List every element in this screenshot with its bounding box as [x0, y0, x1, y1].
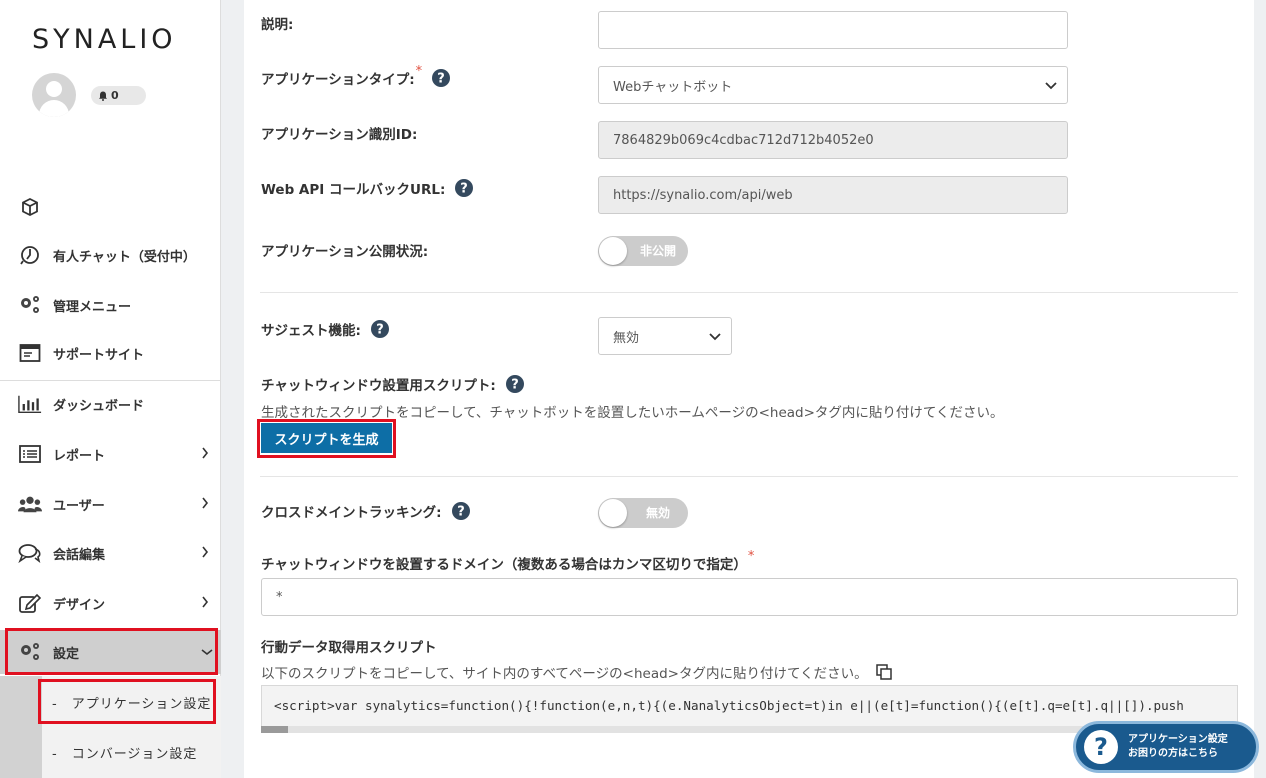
description-label: 説明:: [261, 17, 294, 33]
notification-badge[interactable]: 0: [91, 86, 146, 105]
behavior-script-label: 行動データ取得用スクリプト: [261, 640, 437, 656]
required-mark: *: [747, 548, 755, 564]
sidebar-item-label: レポート: [53, 448, 106, 464]
browser-window-icon: [18, 341, 42, 365]
svg-text:?: ?: [457, 505, 465, 520]
app-id-label: アプリケーション識別ID:: [261, 127, 418, 143]
suggest-select[interactable]: 無効: [598, 317, 732, 355]
svg-text:?: ?: [461, 182, 469, 197]
floating-help-line1: アプリケーション設定: [1128, 734, 1228, 745]
sidebar-item-design[interactable]: デザイン: [0, 581, 221, 625]
logo[interactable]: SYNALIO: [32, 24, 177, 55]
notification-count: 0: [111, 89, 119, 102]
cube-icon: [18, 195, 42, 219]
chat-script-description: 生成されたスクリプトをコピーして、チャットボットを設置したいホームページの<he…: [261, 405, 1004, 421]
callback-url-label: Web API コールバックURL: ?: [261, 178, 474, 198]
sidebar-item-conversation-edit[interactable]: 会話編集: [0, 531, 221, 575]
chevron-down-icon: [709, 333, 721, 341]
chat-bubbles-icon: [18, 541, 42, 565]
sidebar-item-settings[interactable]: 設定: [0, 630, 221, 674]
domains-label: チャットウィンドウを設置するドメイン（複数ある場合はカンマ区切りで指定） *: [261, 548, 755, 574]
sidebar-item-dashboard[interactable]: ダッシュボード: [0, 382, 221, 426]
svg-text:?: ?: [376, 323, 384, 338]
help-icon[interactable]: ?: [505, 375, 524, 393]
headset-icon: [18, 243, 42, 267]
required-mark: *: [415, 63, 423, 79]
help-icon[interactable]: ?: [370, 320, 389, 338]
users-icon: [18, 492, 42, 516]
chevron-down-icon: [201, 649, 213, 656]
domains-input[interactable]: *: [261, 578, 1238, 616]
sidebar-item-label: サポートサイト: [53, 347, 145, 363]
avatar[interactable]: [32, 73, 76, 117]
pencil-square-icon: [18, 591, 42, 615]
chevron-right-icon: [202, 497, 209, 509]
bell-icon: [99, 91, 107, 101]
bar-chart-icon: [18, 392, 42, 416]
list-icon: [18, 442, 42, 466]
sidebar: SYNALIO 0 有人チャット（受付中） 管理メニュー サポートサイト ダッシ…: [0, 0, 221, 778]
floating-help-line2: お困りの方はこちら: [1128, 748, 1218, 759]
callback-url-field[interactable]: https://synalio.com/api/web: [598, 176, 1068, 214]
sidebar-item-label: 会話編集: [53, 547, 106, 563]
sidebar-item-label: デザイン: [53, 597, 106, 613]
sidebar-item-support-site[interactable]: サポートサイト: [0, 331, 221, 375]
sidebar-item-label: 設定: [53, 646, 80, 662]
sidebar-item-report[interactable]: レポート: [0, 432, 221, 476]
sidebar-item-label: 管理メニュー: [53, 299, 132, 315]
sidebar-item-admin-menu[interactable]: 管理メニュー: [0, 283, 221, 327]
publish-status-label: アプリケーション公開状況:: [261, 244, 429, 260]
submenu-item-application-settings[interactable]: - アプリケーション設定: [52, 693, 211, 712]
generate-script-button[interactable]: スクリプトを生成: [261, 423, 392, 453]
svg-text:?: ?: [511, 378, 519, 393]
settings-form: 説明: アプリケーションタイプ: * ? Webチャットボット アプリケーション識…: [244, 0, 1254, 778]
scrollbar-thumb[interactable]: [261, 726, 288, 733]
chevron-right-icon: [202, 447, 209, 459]
sidebar-item-manned-chat[interactable]: 有人チャット（受付中）: [0, 233, 221, 277]
sidebar-item-users[interactable]: ユーザー: [0, 482, 221, 526]
help-icon[interactable]: ?: [455, 179, 474, 197]
submenu-item-conversion-settings[interactable]: - コンバージョン設定: [52, 743, 197, 762]
sidebar-item-label: 有人チャット（受付中）: [53, 249, 196, 265]
section-divider: [260, 292, 1238, 293]
chevron-down-icon: [1045, 82, 1057, 90]
app-type-label: アプリケーションタイプ: * ?: [261, 64, 451, 88]
app-id-field[interactable]: 7864829b069c4cdbac712d712b4052e0: [598, 121, 1068, 159]
chevron-right-icon: [202, 546, 209, 558]
section-divider: [260, 476, 1238, 477]
cross-domain-toggle[interactable]: 無効: [598, 498, 688, 528]
svg-text:?: ?: [437, 72, 445, 87]
suggest-label: サジェスト機能: ?: [261, 319, 389, 339]
chat-script-label: チャットウィンドウ設置用スクリプト: ?: [261, 374, 524, 394]
behavior-script-description: 以下のスクリプトをコピーして、サイト内のすべてページの<head>タグ内に貼り付…: [261, 662, 892, 682]
sidebar-item-home[interactable]: [0, 185, 221, 229]
copy-icon[interactable]: [875, 664, 892, 680]
sidebar-item-label: ダッシュボード: [53, 398, 145, 414]
gears-icon: [18, 640, 42, 664]
sidebar-divider: [0, 380, 221, 381]
publish-status-toggle[interactable]: 非公開: [598, 236, 688, 266]
chevron-right-icon: [202, 596, 209, 608]
gears-icon: [18, 293, 42, 317]
help-icon[interactable]: ?: [451, 502, 470, 520]
question-icon: ?: [1084, 730, 1118, 764]
floating-help-button[interactable]: ? アプリケーション設定 お困りの方はこちら: [1073, 721, 1259, 773]
description-input[interactable]: [598, 11, 1068, 49]
cross-domain-label: クロスドメイントラッキング: ?: [261, 501, 470, 521]
app-type-select[interactable]: Webチャットボット: [598, 66, 1068, 104]
sidebar-item-label: ユーザー: [53, 498, 105, 514]
settings-submenu: - アプリケーション設定 - コンバージョン設定: [0, 676, 221, 778]
help-icon[interactable]: ?: [432, 69, 451, 87]
